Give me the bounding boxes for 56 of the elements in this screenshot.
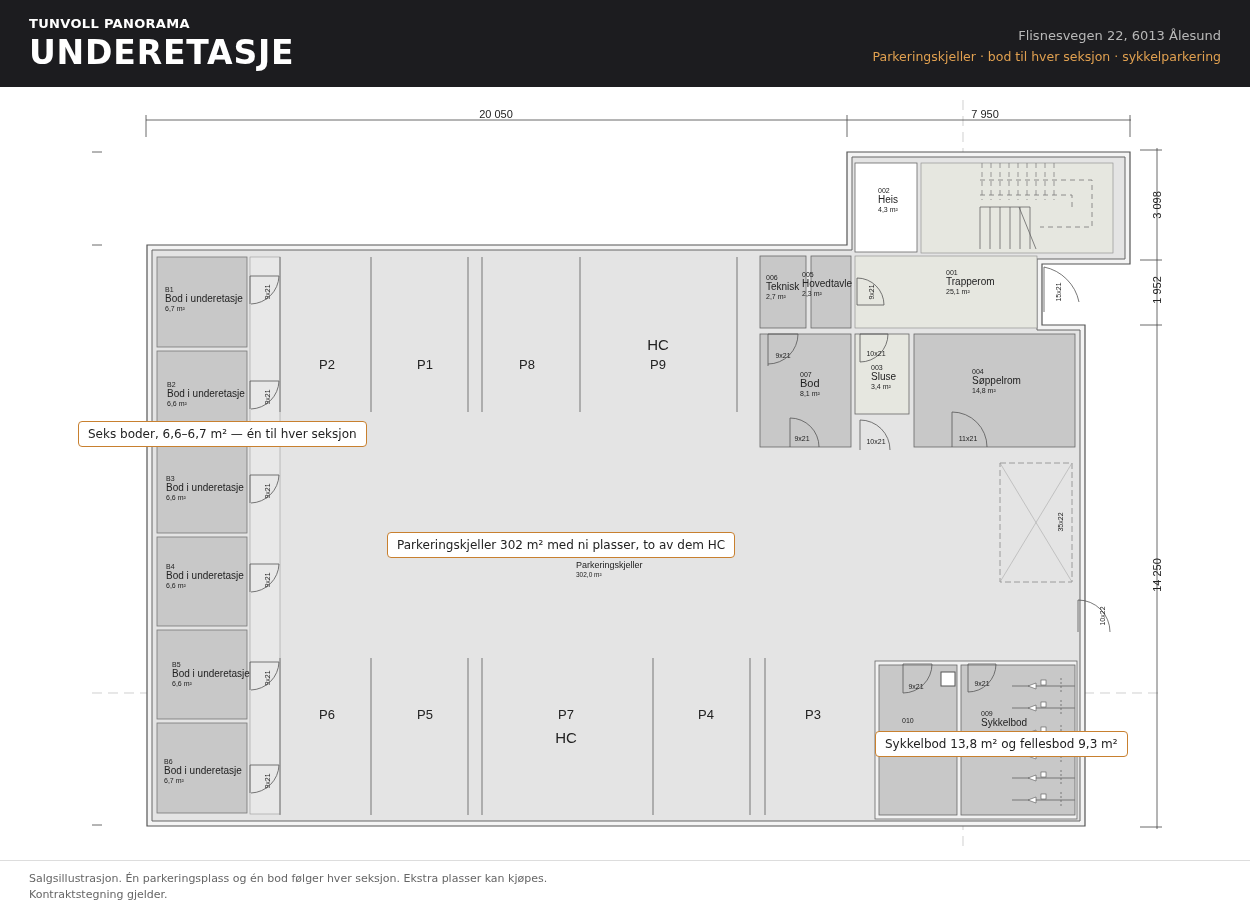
- room-name: Bod i underetasje: [166, 482, 244, 493]
- shaft-icon: [940, 671, 956, 687]
- parking-space-label: P1: [417, 357, 433, 372]
- room-name: Sluse: [871, 371, 896, 382]
- room-name: Bod i underetasje: [172, 668, 250, 679]
- door-swing-icon: [249, 661, 280, 691]
- parking-space-label: P3: [805, 707, 821, 722]
- door-swing-icon: [856, 277, 885, 306]
- dimension-label: 14 250: [1151, 558, 1163, 592]
- parking-space-label: P9: [650, 357, 666, 372]
- parking-space-label: P6: [319, 707, 335, 722]
- dimension-label: 7 950: [971, 108, 999, 120]
- room-name: Bod i underetasje: [165, 293, 243, 304]
- door-swing-icon: [967, 663, 997, 693]
- room-name: Bod i underetasje: [166, 570, 244, 581]
- room-name: Bod: [800, 377, 820, 389]
- callout-label: Parkeringskjeller 302 m² med ni plasser, to av dem HC: [387, 532, 736, 558]
- project-name: TUNVOLL PANORAMA: [29, 14, 191, 33]
- door-swing-icon: [249, 474, 280, 504]
- door-swing-icon: [951, 411, 988, 448]
- dimension-label: 1 952: [1151, 276, 1163, 304]
- parking-space-label: P5: [417, 707, 433, 722]
- door-swing-icon: [249, 563, 280, 593]
- parking-space-label: P4: [698, 707, 714, 722]
- door-swing-icon: [902, 663, 933, 694]
- door-swing-icon: [249, 380, 280, 410]
- accessible-space-label: HC: [555, 729, 577, 746]
- door-swing-icon: [859, 419, 891, 451]
- page-title: UNDERETASJE: [29, 33, 295, 74]
- door-swing-icon: [249, 275, 280, 305]
- room-name: Søppelrom: [972, 375, 1021, 386]
- room-name: Trapperom: [946, 276, 995, 287]
- accessible-space-label: HC: [647, 336, 669, 353]
- parking-space-label: P8: [519, 357, 535, 372]
- room-name: Teknisk: [766, 281, 800, 292]
- callout-label: Seks boder, 6,6–6,7 m² — én til hver seksjon: [78, 421, 367, 447]
- room-name: Bod i underetasje: [167, 388, 245, 399]
- door-swing-icon: [1043, 266, 1080, 313]
- room-name: Parkeringskjeller: [576, 560, 643, 570]
- dimension-label: 20 050: [479, 108, 513, 120]
- disclaimer-text: Salgsillustrasjon. Én parkeringsplass og én bod følger hver seksjon. Ekstra plasser kan kjøpes. Kontraktstegning gjelder.: [29, 871, 549, 903]
- callout-label: Sykkelbod 13,8 m² og fellesbod 9,3 m²: [875, 731, 1128, 757]
- door-swing-icon: [249, 764, 280, 794]
- door-swing-icon: [1077, 599, 1111, 633]
- room-name: Bod i underetasje: [164, 765, 242, 776]
- dimension-label: 3 098: [1151, 191, 1163, 219]
- door-swing-icon: [767, 333, 799, 367]
- address: Flisnesvegen 22, 6013 Ålesund: [1018, 26, 1221, 45]
- room-name: Heis: [878, 194, 898, 205]
- room-name: Sykkelbod: [981, 717, 1028, 728]
- parking-space-label: P2: [319, 357, 335, 372]
- tagline: Parkeringskjeller · bod til hver seksjon · sykkelparkering: [872, 48, 1221, 67]
- room-name: Hovedtavle: [802, 278, 853, 289]
- door-swing-icon: [789, 417, 820, 448]
- parking-space-label: P7: [558, 707, 574, 722]
- door-swing-icon: [859, 333, 889, 363]
